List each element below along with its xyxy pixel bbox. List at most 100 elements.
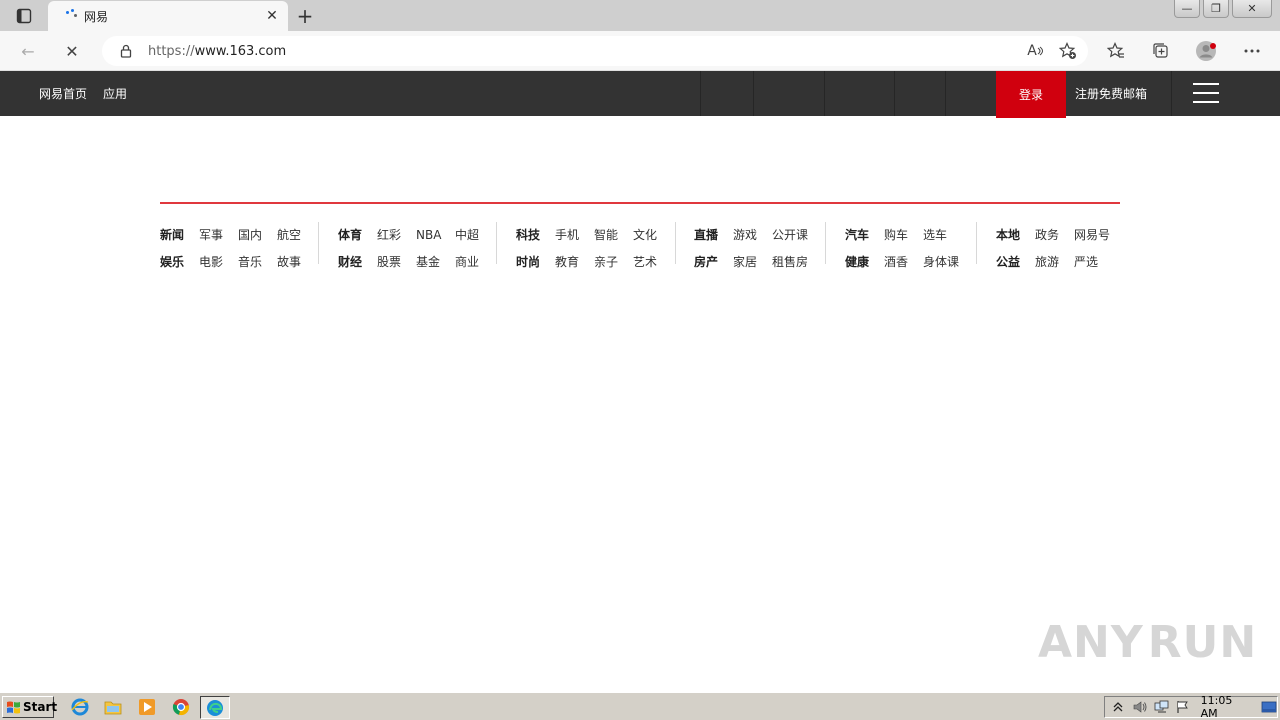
favorites-icon[interactable] — [1104, 39, 1128, 63]
ie-icon[interactable] — [70, 697, 90, 717]
channel-link[interactable]: 股票 — [377, 253, 416, 270]
read-aloud-icon[interactable]: A — [1024, 39, 1048, 63]
channel-link[interactable]: 文化 — [633, 226, 657, 243]
channel-link[interactable]: 游戏 — [733, 226, 772, 243]
channel-link[interactable]: 商业 — [455, 253, 479, 270]
minimize-button[interactable]: — — [1174, 0, 1200, 18]
channel-link[interactable]: 购车 — [884, 226, 923, 243]
channel-link[interactable]: NBA — [416, 228, 455, 242]
tab-strip: 网易 ✕ + — ❐ ✕ — [0, 0, 1280, 31]
new-tab-button[interactable]: + — [294, 4, 316, 28]
channel-link[interactable]: 身体课 — [923, 253, 959, 270]
channel-link[interactable]: 政务 — [1035, 226, 1074, 243]
channel-group-1: 新闻 军事 国内 航空 娱乐 电影 音乐 故事 — [160, 221, 301, 275]
nav-apps-link[interactable]: 应用 — [103, 85, 127, 102]
collections-icon[interactable] — [1149, 39, 1173, 63]
channel-link[interactable]: 酒香 — [884, 253, 923, 270]
network-icon[interactable] — [1154, 699, 1170, 715]
channel-link[interactable]: 体育 — [338, 226, 377, 243]
site-top-nav: 网易首页 应用 登录 注册免费邮箱 — [0, 71, 1280, 118]
channel-link[interactable]: 音乐 — [238, 253, 277, 270]
channel-link[interactable]: 财经 — [338, 253, 377, 270]
channel-link[interactable]: 军事 — [199, 226, 238, 243]
tab-close-icon[interactable]: ✕ — [262, 6, 282, 26]
windows-logo-icon — [6, 700, 21, 714]
group-divider — [825, 222, 826, 264]
window-controls: — ❐ ✕ — [1171, 0, 1272, 18]
channel-link[interactable]: 教育 — [555, 253, 594, 270]
channel-link[interactable]: 科技 — [516, 226, 555, 243]
nav-divider — [700, 71, 701, 116]
taskbar-clock[interactable]: 11:05 AM — [1201, 694, 1249, 720]
show-desktop-icon[interactable] — [1261, 699, 1277, 715]
channel-link[interactable]: 智能 — [594, 226, 633, 243]
back-button[interactable]: ← — [16, 39, 40, 63]
show-hidden-icons-icon[interactable] — [1111, 699, 1126, 715]
channel-link[interactable]: 新闻 — [160, 226, 199, 243]
channel-link[interactable]: 家居 — [733, 253, 772, 270]
group-divider — [496, 222, 497, 264]
media-player-icon[interactable] — [137, 697, 157, 717]
profile-avatar[interactable] — [1195, 39, 1219, 63]
channel-link[interactable]: 直播 — [694, 226, 733, 243]
channel-link[interactable]: 故事 — [277, 253, 301, 270]
lock-icon — [119, 44, 133, 58]
group-divider — [675, 222, 676, 264]
channel-link[interactable]: 房产 — [694, 253, 733, 270]
channel-link[interactable]: 艺术 — [633, 253, 657, 270]
channel-link[interactable]: 亲子 — [594, 253, 633, 270]
channel-link[interactable]: 航空 — [277, 226, 301, 243]
channel-link[interactable]: 国内 — [238, 226, 277, 243]
channel-group-3: 科技 手机 智能 文化 时尚 教育 亲子 艺术 — [516, 221, 657, 275]
stop-loading-button[interactable]: ✕ — [60, 39, 84, 63]
channel-link[interactable]: 选车 — [923, 226, 947, 243]
volume-icon[interactable] — [1132, 699, 1148, 715]
url-text: https://www.163.com — [148, 43, 287, 59]
channel-link[interactable]: 严选 — [1074, 253, 1098, 270]
channel-link[interactable]: 时尚 — [516, 253, 555, 270]
start-button[interactable]: Start — [2, 696, 57, 718]
group-divider — [318, 222, 319, 264]
netease-favicon-icon — [64, 8, 80, 24]
more-options-icon[interactable] — [1240, 39, 1264, 63]
window-close-button[interactable]: ✕ — [1232, 0, 1272, 18]
channel-link[interactable]: 基金 — [416, 253, 455, 270]
channel-group-2: 体育 红彩 NBA 中超 财经 股票 基金 商业 — [338, 221, 479, 275]
add-favorite-icon[interactable] — [1056, 39, 1080, 63]
channel-link[interactable]: 公开课 — [772, 226, 808, 243]
channel-link[interactable]: 汽车 — [845, 226, 884, 243]
channel-link[interactable]: 网易号 — [1074, 226, 1110, 243]
channel-link[interactable]: 娱乐 — [160, 253, 199, 270]
channel-link[interactable]: 红彩 — [377, 226, 416, 243]
channel-link[interactable]: 手机 — [555, 226, 594, 243]
system-tray: 11:05 AM — [1104, 694, 1278, 720]
register-mail-link[interactable]: 注册免费邮箱 — [1075, 85, 1147, 102]
channel-link[interactable]: 电影 — [199, 253, 238, 270]
file-explorer-icon[interactable] — [103, 697, 123, 717]
channel-link[interactable]: 公益 — [996, 253, 1035, 270]
channel-group-4: 直播 游戏 公开课 房产 家居 租售房 — [694, 221, 808, 275]
nav-divider — [753, 71, 754, 116]
login-button[interactable]: 登录 — [996, 71, 1066, 118]
red-divider — [160, 202, 1120, 204]
channel-link[interactable]: 租售房 — [772, 253, 808, 270]
windows-taskbar: Start 11:05 AM — [0, 692, 1280, 720]
action-center-flag-icon[interactable] — [1176, 699, 1191, 715]
edge-taskbar-button[interactable] — [200, 696, 230, 719]
browser-tab[interactable]: 网易 ✕ — [48, 1, 288, 31]
channel-link[interactable]: 中超 — [455, 226, 479, 243]
chrome-icon[interactable] — [171, 697, 191, 717]
nav-divider — [1171, 71, 1172, 116]
channel-group-6: 本地 政务 网易号 公益 旅游 严选 — [996, 221, 1110, 275]
address-bar[interactable]: https://www.163.com A — [102, 36, 1088, 66]
nav-home-link[interactable]: 网易首页 — [39, 85, 87, 102]
group-divider — [976, 222, 977, 264]
browser-toolbar: ← ✕ https://www.163.com A — [0, 31, 1280, 71]
hamburger-menu-icon[interactable] — [1193, 83, 1219, 103]
tab-actions-button[interactable] — [8, 6, 40, 26]
channel-link[interactable]: 本地 — [996, 226, 1035, 243]
channel-link[interactable]: 健康 — [845, 253, 884, 270]
restore-button[interactable]: ❐ — [1203, 0, 1229, 18]
channel-link[interactable]: 旅游 — [1035, 253, 1074, 270]
tab-title: 网易 — [84, 9, 109, 24]
